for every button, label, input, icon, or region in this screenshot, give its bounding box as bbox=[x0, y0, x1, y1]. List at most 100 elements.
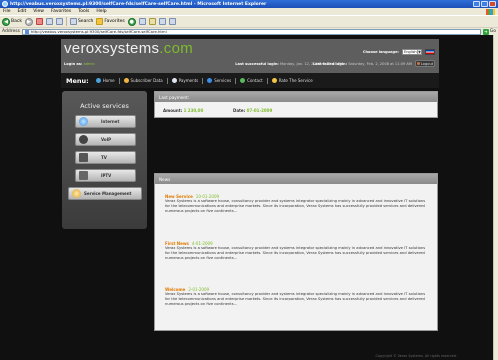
nav-label-subscriber-data: Subscriber Data bbox=[130, 78, 163, 83]
brand-name: veroxsystems bbox=[64, 40, 160, 57]
nav-label-contact: Contact bbox=[247, 78, 263, 83]
nav-label-services: Services bbox=[214, 78, 232, 83]
search-label: Search bbox=[77, 19, 94, 24]
service-internet-button[interactable]: Internet bbox=[75, 115, 136, 128]
news-body: Verax Systems is a software house, consu… bbox=[165, 292, 426, 306]
service-iptv-button[interactable]: IPTV bbox=[75, 169, 136, 182]
payment-amount-value: 1 230,00 bbox=[183, 108, 204, 113]
address-bar: Address http://veabus.veroxsystems.pl:93… bbox=[0, 27, 498, 35]
menu-tools[interactable]: Tools bbox=[78, 9, 89, 14]
page-icon bbox=[24, 29, 29, 34]
refresh-icon[interactable] bbox=[45, 18, 53, 25]
print-icon[interactable] bbox=[158, 18, 166, 25]
history-icon[interactable] bbox=[138, 18, 146, 25]
back-label: Back bbox=[11, 19, 22, 24]
chevron-down-icon: ▼ bbox=[417, 50, 421, 54]
browser-toolbar: ◀ Back ▶ Search Favorites ● bbox=[0, 15, 498, 27]
login-info: Login as: admin bbox=[64, 62, 95, 66]
service-tv-label: TV bbox=[101, 155, 107, 160]
tv-icon bbox=[79, 153, 88, 162]
news-panel: News New Service 10-01-2009 Verax Systems… bbox=[154, 173, 438, 331]
services-icon bbox=[207, 78, 213, 83]
menu-file[interactable]: File bbox=[3, 9, 11, 14]
nav-item-rate-the-service[interactable]: Rate The Service bbox=[271, 78, 313, 83]
menu-label: Menu: bbox=[66, 76, 89, 85]
nav-divider bbox=[118, 77, 120, 84]
home-icon bbox=[95, 78, 101, 83]
payment-amount: Amount: 1 230,00 bbox=[163, 108, 203, 113]
service-management-label: Service Management bbox=[84, 191, 132, 196]
nav-divider bbox=[166, 77, 168, 84]
logout-button[interactable]: Logout bbox=[415, 60, 435, 67]
news-item: First News 4-01-2009 Verax Systems is a s… bbox=[165, 241, 430, 261]
ie-icon bbox=[2, 1, 8, 7]
messenger-icon[interactable] bbox=[168, 18, 176, 25]
news-header: News bbox=[155, 174, 437, 184]
go-button[interactable]: ➜ Go bbox=[482, 28, 496, 35]
nav-divider bbox=[235, 77, 237, 84]
mail-icon[interactable] bbox=[148, 18, 156, 25]
nav-item-subscriber-data[interactable]: Subscriber Data bbox=[123, 78, 163, 83]
language-value: English bbox=[404, 50, 417, 54]
login-user: admin bbox=[83, 62, 95, 66]
contact-icon bbox=[240, 78, 246, 83]
internet-icon bbox=[79, 117, 88, 126]
menu-favorites[interactable]: Favorites bbox=[51, 9, 71, 14]
forward-button[interactable]: ▶ bbox=[24, 17, 33, 26]
service-tv-button[interactable]: TV bbox=[75, 151, 136, 164]
address-label: Address bbox=[2, 29, 20, 34]
nav-item-contact[interactable]: Contact bbox=[240, 78, 263, 83]
language-flag-icon bbox=[425, 49, 435, 55]
minimize-button[interactable] bbox=[473, 1, 480, 7]
vertical-scrollbar[interactable] bbox=[493, 35, 498, 360]
search-button[interactable]: Search bbox=[69, 18, 94, 25]
menu-view[interactable]: View bbox=[33, 9, 44, 14]
news-item: Welcome 2-01-2009 Verax Systems is a soft… bbox=[165, 287, 430, 307]
stop-icon[interactable] bbox=[35, 18, 43, 25]
nav-label-home: Home bbox=[102, 78, 115, 83]
brand-logo[interactable]: veroxsystems.com bbox=[64, 40, 193, 57]
nav-divider bbox=[266, 77, 268, 84]
star-icon bbox=[271, 78, 277, 83]
active-services-panel: Active services Internet VoIP TV IPTV Se… bbox=[62, 91, 147, 229]
settings-icon bbox=[72, 189, 81, 198]
address-input[interactable]: http://veabus.veroxsystems.pl:9300/selfC… bbox=[21, 28, 481, 35]
menu-edit[interactable]: Edit bbox=[18, 9, 27, 14]
window-title: http://veabus.veroxsystems.pl:9300/selfC… bbox=[10, 1, 267, 7]
nav-item-payments[interactable]: Payments bbox=[171, 78, 198, 83]
media-icon[interactable]: ● bbox=[127, 17, 136, 26]
favorites-button[interactable]: Favorites bbox=[96, 18, 125, 25]
payment-amount-label: Amount: bbox=[163, 108, 183, 113]
go-label: Go bbox=[489, 29, 496, 34]
service-voip-button[interactable]: VoIP bbox=[75, 133, 136, 146]
service-management-button[interactable]: Service Management bbox=[68, 187, 142, 200]
news-body: Verax Systems is a software house, consu… bbox=[165, 246, 426, 260]
address-url: http://veabus.veroxsystems.pl:9300/selfC… bbox=[30, 29, 167, 34]
news-item: New Service 10-01-2009 Verax Systems is a… bbox=[165, 194, 430, 214]
back-button[interactable]: ◀ Back bbox=[2, 17, 22, 26]
service-voip-label: VoIP bbox=[101, 137, 112, 142]
login-label: Login as: bbox=[64, 62, 83, 66]
windows-logo-icon bbox=[486, 8, 495, 15]
payment-date: Date: 07-01-2009 bbox=[233, 108, 272, 113]
iptv-icon bbox=[79, 171, 88, 180]
nav-item-home[interactable]: Home bbox=[95, 78, 115, 83]
home-icon[interactable] bbox=[55, 18, 63, 25]
menu-help[interactable]: Help bbox=[96, 9, 106, 14]
news-body: Verax Systems is a software house, consu… bbox=[165, 199, 426, 213]
language-select[interactable]: English ▼ bbox=[402, 49, 422, 55]
logout-icon bbox=[416, 62, 420, 65]
nav-item-services[interactable]: Services bbox=[207, 78, 231, 83]
last-payment-panel: Last payment: Amount: 1 230,00 Date: 07-… bbox=[154, 91, 438, 118]
maximize-button[interactable] bbox=[481, 1, 488, 7]
last-success-label: Last successful login: bbox=[235, 62, 279, 66]
payment-date-value: 07-01-2009 bbox=[246, 108, 273, 113]
close-button[interactable] bbox=[489, 1, 496, 7]
favorites-star-icon bbox=[96, 18, 104, 25]
phone-icon bbox=[79, 135, 88, 144]
page-content: veroxsystems.com Login as: admin Last su… bbox=[0, 35, 493, 360]
last-payment-header: Last payment: bbox=[155, 92, 437, 102]
main-menu: Menu: Home Subscriber Data Payments Serv… bbox=[61, 73, 439, 88]
search-icon bbox=[69, 18, 77, 25]
last-failed-label: Last failed login: bbox=[312, 62, 348, 66]
